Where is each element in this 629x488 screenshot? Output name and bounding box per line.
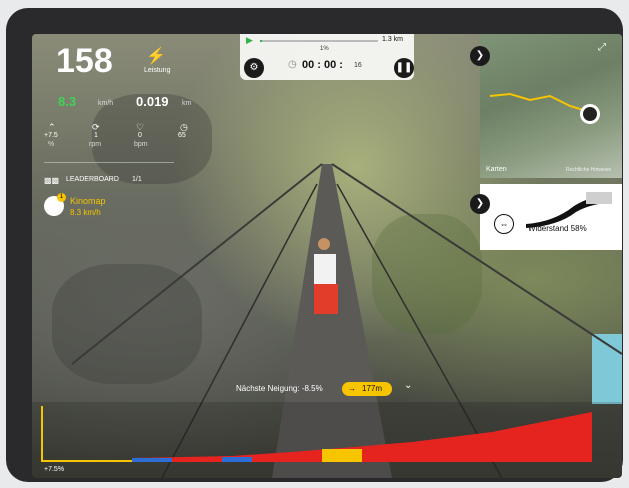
heart-value: 0	[138, 132, 142, 139]
next-slope-distance: 177m	[362, 384, 383, 393]
pause-icon: ❚❚	[395, 62, 413, 73]
leaderboard-entry-speed: 8.3 km/h	[70, 208, 101, 217]
leaderboard-entry-name: Kinomap	[70, 196, 106, 206]
resistance-label: Widerstand 58%	[528, 224, 587, 233]
progress-percent: 1%	[320, 46, 329, 52]
chart-start-label: +7.5%	[44, 466, 65, 473]
route-map[interactable]: Karten Rechtliche Hinweise ⤢	[480, 34, 622, 178]
timer-value: 00 : 00 :	[302, 59, 343, 71]
map-attribution: Karten	[486, 166, 507, 173]
rank-badge: 1	[57, 193, 66, 202]
resistance-panel[interactable]: ⇔ Widerstand 58%	[480, 184, 622, 250]
leaderboard-title: LEADERBOARD	[66, 176, 119, 183]
resistance-icon: ⇔	[494, 214, 514, 234]
play-icon[interactable]: ▶	[246, 35, 253, 46]
progress-track[interactable]	[260, 40, 378, 42]
next-slope-label: Nächste Neigung: -8.5%	[236, 384, 323, 393]
power-label: Leistung	[144, 67, 171, 74]
timer-seconds: 16	[354, 62, 362, 69]
total-distance: 1.3 km	[382, 36, 404, 43]
map-collapse-button[interactable]: ❯	[470, 46, 490, 66]
chevron-down-icon[interactable]: ⌄	[404, 380, 412, 391]
speed-unit: km/h	[98, 100, 114, 107]
resistance-meter	[526, 192, 612, 228]
tablet-frame: 158 ⚡ Leistung 8.3 km/h 0.019 km ⌃ +7.5 …	[6, 8, 623, 482]
progress-fill	[260, 40, 263, 42]
next-slope-distance-pill: → 177m	[342, 382, 392, 396]
chevron-right-icon: ❯	[475, 50, 485, 61]
leaderboard-count: 1/1	[132, 176, 142, 183]
chevron-right-icon: ❯	[475, 198, 485, 209]
settings-gear-button[interactable]: ⚙	[244, 58, 264, 78]
kinomap-avatar[interactable]: 1	[44, 193, 66, 216]
timer-icon: ◷	[288, 59, 297, 70]
gear-icon: ⚙	[249, 62, 259, 73]
leaderboard-icon: ▩▩	[44, 176, 60, 185]
heart-unit: bpm	[134, 141, 148, 148]
speed-value: 8.3	[58, 94, 77, 109]
pause-button[interactable]: ❚❚	[394, 58, 414, 78]
distance-value: 0.019	[136, 94, 169, 109]
video-screen: 158 ⚡ Leistung 8.3 km/h 0.019 km ⌃ +7.5 …	[32, 34, 622, 478]
arrow-right-icon: →	[348, 384, 356, 393]
slope-value: +7.5	[44, 132, 58, 139]
slope-unit: %	[48, 141, 55, 148]
stats-divider	[44, 162, 174, 163]
expand-icon[interactable]: ⤢	[598, 42, 606, 53]
route-line	[489, 92, 600, 124]
extra-value: 65	[178, 132, 186, 139]
elevation-profile	[32, 402, 622, 478]
top-control-bar: ▶ 1.3 km 1% ◷ 00 : 00 : 16	[240, 34, 414, 80]
cadence-value: 1	[94, 132, 98, 139]
distance-unit: km	[182, 100, 192, 107]
map-legal-link[interactable]: Rechtliche Hinweise	[566, 167, 611, 173]
resistance-collapse-button[interactable]: ❯	[470, 194, 490, 214]
lightning-icon: ⚡	[146, 48, 166, 65]
cadence-unit: rpm	[89, 141, 102, 148]
power-value: 158	[56, 42, 113, 80]
